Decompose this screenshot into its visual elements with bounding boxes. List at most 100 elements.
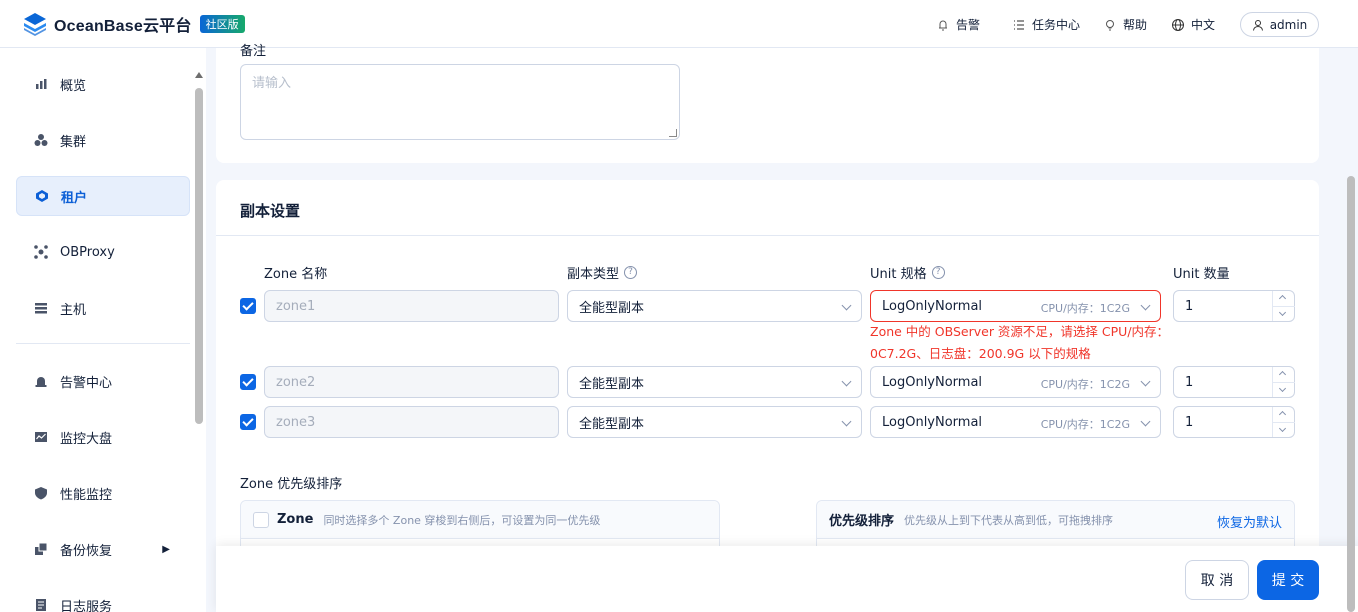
sidebar-item-label: 告警中心: [60, 375, 113, 391]
tenant-icon: [35, 189, 49, 203]
stepper-controls[interactable]: [1272, 291, 1295, 321]
remark-card: 备注 请输入: [216, 44, 1319, 163]
zone1-unit-select[interactable]: LogOnlyNormal CPU/内存：1C2G: [870, 290, 1161, 322]
zone3-type-select[interactable]: 全能型副本: [567, 406, 862, 438]
chevron-down-icon: [1140, 416, 1151, 427]
alarm-icon: [34, 374, 48, 388]
remark-label: 备注: [240, 44, 267, 59]
shield-icon: [34, 486, 48, 500]
oceanbase-logo-icon: [22, 11, 48, 37]
sidebar-item-obproxy[interactable]: OBProxy: [16, 232, 190, 272]
edition-badge: 社区版: [199, 15, 245, 33]
remark-textarea[interactable]: 请输入: [240, 64, 680, 140]
col-header-unit: Unit 规格?: [870, 263, 945, 282]
zone3-count-stepper[interactable]: 1: [1173, 406, 1295, 438]
backup-icon: [34, 542, 48, 556]
select-all-checkbox[interactable]: [253, 511, 269, 528]
sidebar-item-label: 集群: [60, 134, 87, 150]
sidebar: 概览 集群 租户 OBProxy 主机 告警中心 监控大盘 性能监控 备份恢复 …: [0, 48, 206, 612]
zone3-unit-select[interactable]: LogOnlyNormal CPU/内存：1C2G: [870, 406, 1161, 438]
caret-right-icon: ▶: [162, 543, 170, 555]
user-menu[interactable]: admin: [1240, 12, 1319, 37]
zone2-name-input: zone2: [264, 366, 559, 398]
sidebar-item-performance[interactable]: 性能监控: [16, 473, 190, 513]
help-label: 帮助: [1123, 18, 1148, 32]
sidebar-item-label: OBProxy: [60, 244, 115, 260]
sidebar-item-label: 日志服务: [60, 599, 113, 612]
top-header: OceanBase云平台 社区版 告警 任务中心 帮助 中文 admin: [0, 0, 1358, 48]
chevron-down-icon[interactable]: [1278, 384, 1287, 393]
chevron-down-icon: [1140, 300, 1151, 311]
chevron-down-icon[interactable]: [1278, 308, 1287, 317]
col-header-count: Unit 数量: [1173, 267, 1230, 282]
reset-default-link[interactable]: 恢复为默认: [1217, 512, 1282, 531]
tasks-link[interactable]: 任务中心: [1012, 16, 1080, 33]
zone1-count-stepper[interactable]: 1: [1173, 290, 1295, 322]
main-scrollbar[interactable]: [1346, 176, 1356, 612]
col-header-type: 副本类型?: [567, 263, 638, 282]
help-circle-icon[interactable]: ?: [624, 266, 638, 279]
sidebar-item-host[interactable]: 主机: [16, 288, 190, 328]
tasks-label: 任务中心: [1032, 18, 1081, 32]
list-icon: [1012, 18, 1026, 32]
bell-icon: [936, 18, 950, 32]
chevron-down-icon: [841, 300, 852, 311]
submit-button[interactable]: 提 交: [1257, 560, 1319, 600]
unit-spec-text: CPU/内存：1C2G: [1040, 302, 1130, 315]
chevron-down-icon: [1140, 376, 1151, 387]
stepper-controls[interactable]: [1272, 367, 1295, 397]
sidebar-item-overview[interactable]: 概览: [16, 64, 190, 104]
zone2-count-stepper[interactable]: 1: [1173, 366, 1295, 398]
chevron-up-icon[interactable]: [1278, 410, 1287, 419]
main-scroll-thumb[interactable]: [1347, 176, 1355, 612]
zone1-checkbox[interactable]: [240, 298, 256, 314]
priority-title: 优先级排序: [829, 514, 895, 529]
sidebar-item-label: 租户: [61, 190, 88, 206]
sidebar-item-label: 概览: [60, 78, 87, 94]
divider: [216, 235, 1319, 236]
zone-source-hint: 同时选择多个 Zone 穿梭到右侧后，可设置为同一优先级: [323, 513, 601, 527]
zone2-checkbox[interactable]: [240, 374, 256, 390]
col-header-zone: Zone 名称: [264, 267, 328, 282]
chevron-down-icon: [841, 416, 852, 427]
zone-source-header: Zone 同时选择多个 Zone 穿梭到右侧后，可设置为同一优先级: [241, 501, 719, 539]
scroll-up-arrow-icon[interactable]: [195, 72, 203, 78]
logo[interactable]: OceanBase云平台 社区版: [22, 11, 245, 37]
cluster-icon: [34, 133, 48, 147]
sidebar-item-cluster[interactable]: 集群: [16, 120, 190, 160]
monitor-icon: [34, 430, 48, 444]
proxy-icon: [34, 245, 48, 259]
sidebar-item-label: 监控大盘: [60, 431, 113, 447]
stepper-controls[interactable]: [1272, 407, 1295, 437]
zone2-type-select[interactable]: 全能型副本: [567, 366, 862, 398]
help-circle-icon[interactable]: ?: [931, 266, 945, 279]
zone3-checkbox[interactable]: [240, 414, 256, 430]
brand-name: OceanBase云平台: [54, 18, 192, 35]
zone1-type-select[interactable]: 全能型副本: [567, 290, 862, 322]
language-switch[interactable]: 中文: [1171, 16, 1215, 33]
chevron-down-icon: [841, 376, 852, 387]
cancel-button[interactable]: 取 消: [1185, 560, 1249, 600]
unit-spec-text: CPU/内存：1C2G: [1040, 418, 1130, 431]
sidebar-scroll-thumb[interactable]: [195, 88, 203, 424]
sidebar-item-log-service[interactable]: 日志服务: [16, 585, 190, 612]
host-icon: [34, 301, 48, 315]
sidebar-item-backup[interactable]: 备份恢复 ▶: [16, 529, 190, 569]
sidebar-item-alarm-center[interactable]: 告警中心: [16, 361, 190, 401]
sidebar-scrollbar[interactable]: [194, 68, 204, 612]
sidebar-item-label: 备份恢复: [60, 543, 113, 559]
language-label: 中文: [1191, 18, 1216, 32]
chevron-up-icon[interactable]: [1278, 370, 1287, 379]
help-link[interactable]: 帮助: [1103, 16, 1147, 33]
resize-handle-icon[interactable]: [669, 129, 677, 137]
zone-priority-label: Zone 优先级排序: [240, 477, 343, 492]
chevron-up-icon[interactable]: [1278, 294, 1287, 303]
user-icon: [1252, 19, 1264, 31]
zone3-name-input: zone3: [264, 406, 559, 438]
chevron-down-icon[interactable]: [1278, 424, 1287, 433]
form-footer: 取 消 提 交: [216, 546, 1358, 612]
sidebar-item-monitor-dashboard[interactable]: 监控大盘: [16, 417, 190, 457]
alerts-link[interactable]: 告警: [936, 16, 980, 33]
zone2-unit-select[interactable]: LogOnlyNormal CPU/内存：1C2G: [870, 366, 1161, 398]
sidebar-item-tenant[interactable]: 租户: [16, 176, 190, 216]
